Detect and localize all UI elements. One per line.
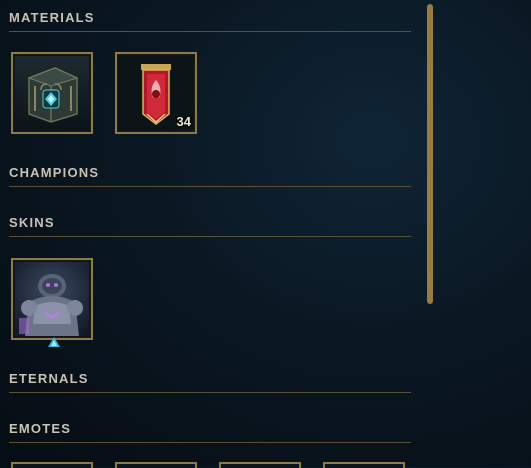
scrollbar-thumb[interactable] [427, 4, 433, 304]
skins-header: SKINS [9, 215, 411, 237]
item-count: 34 [176, 114, 191, 129]
skin-tile[interactable] [11, 258, 93, 340]
skins-title: SKINS [9, 215, 55, 230]
selected-indicator-icon [48, 337, 60, 347]
loot-panel: MATERIALS 34 CHAMPIONS SKINS ETERNALS EM… [0, 0, 420, 468]
red-banner-tile[interactable]: 34 [115, 52, 197, 134]
emote-tile[interactable] [219, 462, 301, 468]
hextech-chest-tile[interactable] [11, 52, 93, 134]
materials-header: MATERIALS [9, 10, 411, 32]
armored-champion-skin-icon [15, 262, 89, 336]
hextech-chest-icon [15, 56, 89, 130]
emote-tile[interactable] [115, 462, 197, 468]
champions-title: CHAMPIONS [9, 165, 100, 180]
eternals-header: ETERNALS [9, 371, 411, 393]
materials-title: MATERIALS [9, 10, 95, 25]
emotes-header: EMOTES [9, 421, 411, 443]
emote-tile[interactable] [11, 462, 93, 468]
eternals-title: ETERNALS [9, 371, 89, 386]
emotes-title: EMOTES [9, 421, 72, 436]
champions-header: CHAMPIONS [9, 165, 411, 187]
emote-tile[interactable] [323, 462, 405, 468]
